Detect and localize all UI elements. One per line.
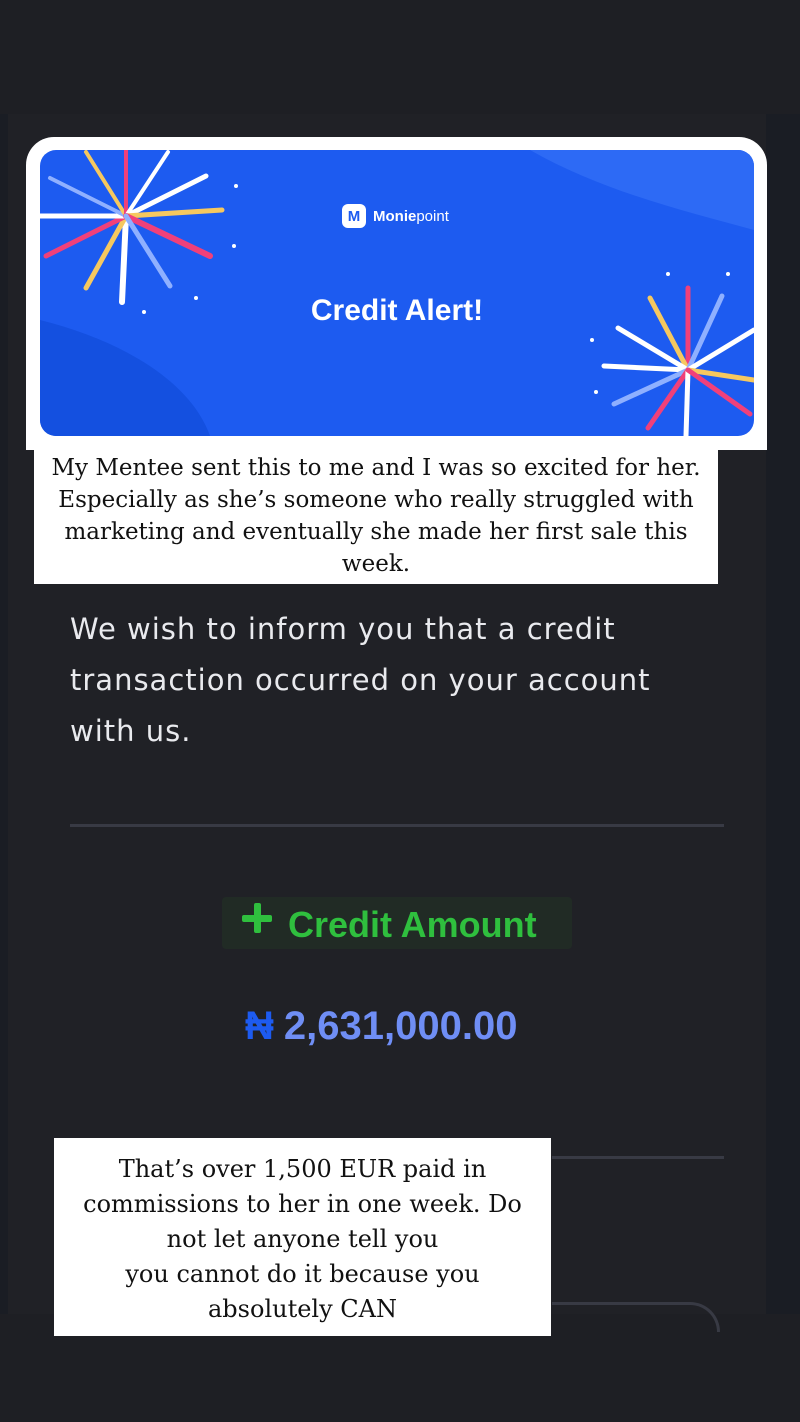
divider xyxy=(552,1156,724,1159)
caption-bottom-line: absolutely CAN xyxy=(208,1295,397,1323)
banner-background xyxy=(40,150,754,436)
message-line: transaction occurred on your account xyxy=(70,663,651,697)
caption-bottom-line: commissions to her in one week. Do xyxy=(83,1190,522,1218)
caption-bottom-line: not let anyone tell you xyxy=(166,1225,439,1253)
message-line: with us. xyxy=(70,714,192,748)
caption-bottom-line: That’s over 1,500 EUR paid in xyxy=(118,1155,487,1183)
caption-bottom: That’s over 1,500 EUR paid in commission… xyxy=(54,1138,551,1336)
credit-amount-badge: Credit Amount xyxy=(222,897,572,949)
caption-top-line: week. xyxy=(341,551,411,577)
caption-bottom-line: you cannot do it because you xyxy=(125,1260,480,1288)
caption-top-line: marketing and eventually she made her fi… xyxy=(64,519,688,545)
naira-currency-icon: ₦ xyxy=(245,1004,274,1048)
caption-top-line: Especially as she’s someone who really s… xyxy=(58,487,694,513)
credit-amount-label: Credit Amount xyxy=(288,904,537,945)
banner-title: Credit Alert! xyxy=(310,294,484,327)
amount-value: 2,631,000.00 xyxy=(283,1004,518,1048)
card-outline xyxy=(552,1302,720,1332)
logo-text: Moniepoint xyxy=(373,208,449,225)
caption-top-line: My Mentee sent this to me and I was so e… xyxy=(51,455,701,481)
credit-alert-banner: M Moniepoint Credit Alert! xyxy=(40,150,754,436)
firework-left-icon xyxy=(40,150,238,314)
logo-text-light: point xyxy=(416,207,449,225)
plus-icon xyxy=(242,903,272,933)
notification-message: We wish to inform you that a credit tran… xyxy=(70,604,710,757)
logo-text-bold: Monie xyxy=(373,207,417,225)
moniepoint-logo: M Moniepoint xyxy=(342,204,449,228)
caption-top: My Mentee sent this to me and I was so e… xyxy=(34,446,718,584)
message-line: We wish to inform you that a credit xyxy=(70,612,616,646)
moniepoint-logo-icon: M xyxy=(342,204,366,228)
top-bar xyxy=(0,0,800,114)
divider xyxy=(70,824,724,827)
credit-amount: ₦ 2,631,000.00 xyxy=(245,1004,517,1049)
